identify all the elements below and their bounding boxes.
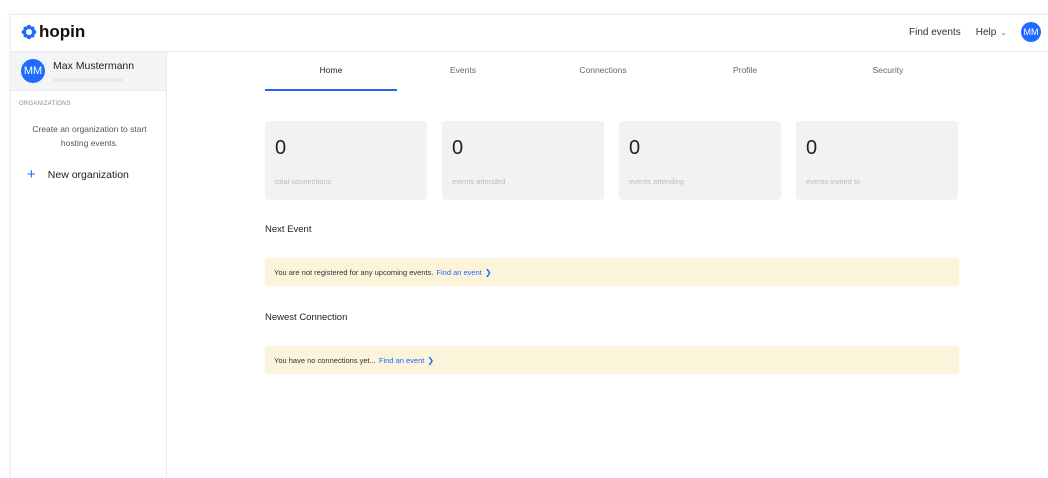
tab-security[interactable]: Security — [822, 65, 954, 75]
tab-events[interactable]: Events — [397, 65, 529, 75]
user-avatar-button[interactable]: MM — [1021, 22, 1041, 42]
user-name: Max Mustermann — [53, 60, 135, 72]
user-subtitle-redacted — [53, 78, 123, 82]
tab-profile[interactable]: Profile — [679, 65, 811, 75]
tab-bar: Home Events Connections Profile Security — [166, 52, 1048, 91]
sidebar-user-profile[interactable]: MM Max Mustermann — [11, 52, 166, 91]
chevron-right-icon: ❯ — [427, 355, 435, 365]
hopin-logo[interactable]: hopin — [21, 22, 85, 42]
stat-value: 0 — [452, 137, 464, 159]
chevron-right-icon: ❯ — [484, 267, 492, 277]
top-navigation-bar: hopin Find events Help ⌄ MM — [11, 15, 1048, 52]
help-label: Help — [975, 26, 997, 38]
stat-card-events-attending: 0 events attending — [619, 121, 781, 200]
next-event-heading: Next Event — [265, 224, 312, 235]
new-organization-label: New organization — [47, 169, 129, 181]
next-event-notice: You are not registered for any upcoming … — [265, 258, 959, 286]
find-events-link[interactable]: Find events — [909, 27, 961, 38]
app-window: hopin Find events Help ⌄ MM MM Max Muste… — [10, 14, 1048, 478]
stat-label: events attended — [452, 177, 506, 186]
stat-label: total connections — [275, 177, 332, 186]
stat-card-events-invited: 0 events invited to — [796, 121, 958, 200]
chevron-down-icon: ⌄ — [1000, 27, 1007, 37]
logo-text: hopin — [39, 22, 86, 41]
newest-connection-message: You have no connections yet... — [274, 355, 376, 365]
stat-value: 0 — [806, 137, 818, 159]
tab-connections[interactable]: Connections — [537, 65, 669, 75]
stat-value: 0 — [275, 137, 287, 159]
organizations-heading: ORGANIZATIONS — [19, 101, 71, 107]
tab-home[interactable]: Home — [265, 65, 397, 91]
create-organization-text: Create an organization to start hosting … — [32, 124, 147, 148]
next-event-message: You are not registered for any upcoming … — [274, 267, 434, 277]
stat-card-events-attended: 0 events attended — [442, 121, 604, 200]
newest-connection-heading: Newest Connection — [265, 312, 348, 323]
plus-icon: + — [27, 166, 36, 183]
new-organization-button[interactable]: + New organization — [27, 166, 166, 183]
avatar: MM — [21, 59, 45, 83]
find-an-event-link[interactable]: Find an event — [436, 268, 481, 277]
help-menu[interactable]: Help ⌄ — [976, 27, 1007, 38]
stat-label: events invited to — [806, 177, 861, 186]
stat-value: 0 — [629, 137, 641, 159]
hopin-logo-icon — [21, 24, 37, 40]
newest-connection-notice: You have no connections yet... Find an e… — [265, 346, 959, 374]
stat-card-total-connections: 0 total connections — [265, 121, 427, 200]
find-an-event-link[interactable]: Find an event — [379, 356, 424, 365]
stat-label: events attending — [629, 177, 685, 186]
sidebar: MM Max Mustermann ORGANIZATIONS Create a… — [11, 52, 167, 478]
